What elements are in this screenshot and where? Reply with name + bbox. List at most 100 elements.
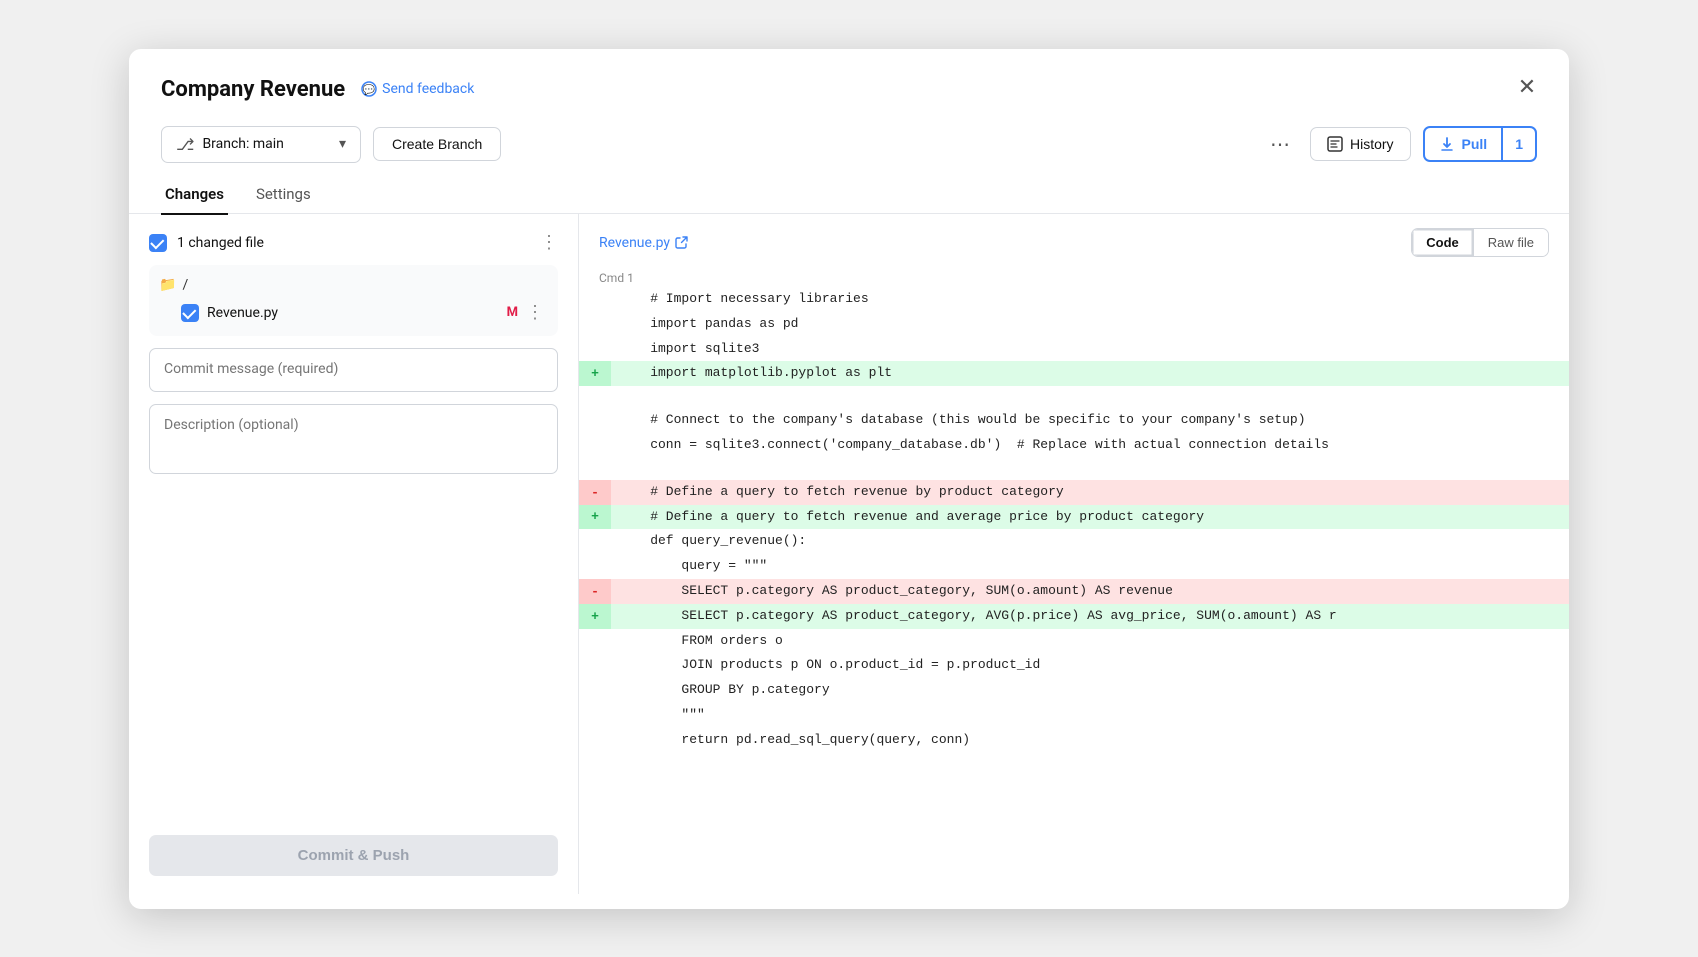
line-content xyxy=(611,386,1569,408)
code-line: query = """ xyxy=(579,554,1569,579)
file-more-icon[interactable]: ⋮ xyxy=(526,302,544,323)
line-content: return pd.read_sql_query(query, conn) xyxy=(611,728,1569,753)
line-content: import pandas as pd xyxy=(611,312,1569,337)
code-line: # Import necessary libraries xyxy=(579,287,1569,312)
line-prefix xyxy=(579,287,611,312)
line-content: # Define a query to fetch revenue by pro… xyxy=(611,480,1569,505)
folder-icon: 📁 xyxy=(159,277,176,293)
commit-push-button[interactable]: Commit & Push xyxy=(149,835,558,876)
line-content: # Define a query to fetch revenue and av… xyxy=(611,505,1569,530)
line-content: # Connect to the company's database (thi… xyxy=(611,408,1569,433)
line-prefix xyxy=(579,408,611,433)
code-line: def query_revenue(): xyxy=(579,529,1569,554)
description-input[interactable] xyxy=(149,404,558,474)
code-line: conn = sqlite3.connect('company_database… xyxy=(579,433,1569,458)
branch-select[interactable]: ⎇ Branch: main ▾ xyxy=(161,126,361,163)
commit-message-input[interactable] xyxy=(149,348,558,392)
file-modified-badge: M xyxy=(507,305,518,320)
line-prefix xyxy=(579,337,611,362)
line-prefix: + xyxy=(579,361,611,386)
code-line xyxy=(579,458,1569,480)
history-button[interactable]: History xyxy=(1310,127,1411,161)
toolbar: ⎇ Branch: main ▾ Create Branch ⋯ History… xyxy=(129,118,1569,175)
tab-changes[interactable]: Changes xyxy=(161,175,228,215)
main-content: 1 changed file ⋮ 📁 / Revenue.py M ⋮ Comm… xyxy=(129,214,1569,894)
line-prefix: - xyxy=(579,579,611,604)
more-icon: ⋯ xyxy=(1270,134,1290,156)
main-modal: Company Revenue 💬 Send feedback ✕ ⎇ Bran… xyxy=(129,49,1569,909)
line-content xyxy=(611,458,1569,480)
line-content: import sqlite3 xyxy=(611,337,1569,362)
code-line: + # Define a query to fetch revenue and … xyxy=(579,505,1569,530)
pull-icon xyxy=(1439,136,1455,152)
code-line: - # Define a query to fetch revenue by p… xyxy=(579,480,1569,505)
code-block[interactable]: # Import necessary libraries import pand… xyxy=(579,287,1569,894)
line-prefix: + xyxy=(579,505,611,530)
line-content: JOIN products p ON o.product_id = p.prod… xyxy=(611,653,1569,678)
changed-files-more-icon[interactable]: ⋮ xyxy=(540,232,558,253)
line-prefix xyxy=(579,312,611,337)
external-link-icon xyxy=(675,236,688,249)
sidebar: 1 changed file ⋮ 📁 / Revenue.py M ⋮ Comm… xyxy=(129,214,579,894)
branch-icon: ⎇ xyxy=(176,135,194,154)
line-content: SELECT p.category AS product_category, A… xyxy=(611,604,1569,629)
changed-files-header: 1 changed file ⋮ xyxy=(149,232,558,253)
code-line: JOIN products p ON o.product_id = p.prod… xyxy=(579,653,1569,678)
line-content: # Import necessary libraries xyxy=(611,287,1569,312)
modal-title: Company Revenue xyxy=(161,77,345,102)
line-prefix: - xyxy=(579,480,611,505)
line-prefix xyxy=(579,653,611,678)
line-prefix xyxy=(579,433,611,458)
code-line: # Connect to the company's database (thi… xyxy=(579,408,1569,433)
pull-button-group: Pull 1 xyxy=(1423,126,1537,162)
line-prefix xyxy=(579,386,611,408)
file-row[interactable]: Revenue.py M ⋮ xyxy=(159,297,548,328)
line-content: conn = sqlite3.connect('company_database… xyxy=(611,433,1569,458)
code-panel: Revenue.py Code Raw file Cmd 1 # Import … xyxy=(579,214,1569,894)
file-name: Revenue.py xyxy=(207,305,499,321)
line-content: def query_revenue(): xyxy=(611,529,1569,554)
line-prefix xyxy=(579,728,611,753)
tab-settings[interactable]: Settings xyxy=(252,175,315,215)
code-view-toggle: Code Raw file xyxy=(1411,228,1549,257)
pull-count-button[interactable]: 1 xyxy=(1501,128,1535,160)
feedback-icon: 💬 xyxy=(361,81,377,97)
close-icon: ✕ xyxy=(1518,74,1536,100)
line-content: GROUP BY p.category xyxy=(611,678,1569,703)
code-line: import pandas as pd xyxy=(579,312,1569,337)
line-prefix xyxy=(579,458,611,480)
select-all-checkbox[interactable] xyxy=(149,234,167,252)
code-line: + import matplotlib.pyplot as plt xyxy=(579,361,1569,386)
file-link[interactable]: Revenue.py xyxy=(599,235,688,251)
code-line: import sqlite3 xyxy=(579,337,1569,362)
cmd-bar: Cmd 1 xyxy=(579,267,1569,287)
close-button[interactable]: ✕ xyxy=(1509,69,1545,105)
line-content: SELECT p.category AS product_category, S… xyxy=(611,579,1569,604)
tabs-bar: Changes Settings xyxy=(129,175,1569,215)
code-line: + SELECT p.category AS product_category,… xyxy=(579,604,1569,629)
file-checkbox[interactable] xyxy=(181,304,199,322)
line-content: FROM orders o xyxy=(611,629,1569,654)
svg-text:💬: 💬 xyxy=(363,83,376,96)
folder-row: 📁 / xyxy=(159,273,548,297)
line-content: """ xyxy=(611,703,1569,728)
pull-button[interactable]: Pull xyxy=(1425,128,1502,160)
code-line: GROUP BY p.category xyxy=(579,678,1569,703)
file-tree: 📁 / Revenue.py M ⋮ xyxy=(149,265,558,336)
create-branch-button[interactable]: Create Branch xyxy=(373,127,501,161)
code-header: Revenue.py Code Raw file xyxy=(579,214,1569,267)
code-line: - SELECT p.category AS product_category,… xyxy=(579,579,1569,604)
history-icon xyxy=(1327,136,1343,152)
modal-header: Company Revenue 💬 Send feedback ✕ xyxy=(129,49,1569,118)
line-content: import matplotlib.pyplot as plt xyxy=(611,361,1569,386)
code-line: return pd.read_sql_query(query, conn) xyxy=(579,728,1569,753)
raw-file-button[interactable]: Raw file xyxy=(1474,229,1548,256)
line-prefix: + xyxy=(579,604,611,629)
code-line xyxy=(579,386,1569,408)
more-options-button[interactable]: ⋯ xyxy=(1262,128,1298,161)
line-prefix xyxy=(579,629,611,654)
code-view-button[interactable]: Code xyxy=(1412,229,1474,256)
line-prefix xyxy=(579,554,611,579)
send-feedback-link[interactable]: 💬 Send feedback xyxy=(361,81,474,97)
code-line: """ xyxy=(579,703,1569,728)
